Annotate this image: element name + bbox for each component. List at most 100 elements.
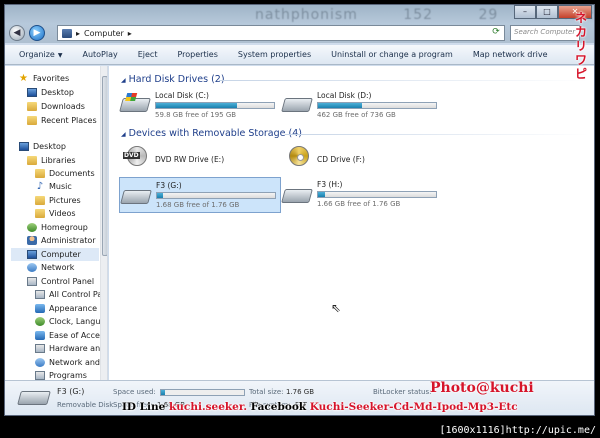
nav-item-control-panel[interactable]: Control Panel [27, 277, 94, 286]
search-input[interactable]: Search Computer [510, 25, 580, 41]
eject-button[interactable]: Eject [138, 50, 158, 59]
nav-item-administrator[interactable]: Administrator [27, 236, 96, 245]
drive-label: F3 (G:) [156, 181, 182, 190]
watermark-vertical: ネ カ リ ワ ピ [574, 11, 587, 81]
nav-item-network-internet[interactable]: Network and Ir [35, 358, 107, 367]
monitor-icon [27, 88, 37, 97]
nav-item-network[interactable]: Network [27, 263, 74, 272]
nav-item-videos[interactable]: Videos [35, 209, 76, 218]
collapse-triangle-icon: ◢ [121, 77, 126, 84]
address-bar[interactable]: ▸ Computer ▸ ⟳ [57, 25, 505, 41]
nav-item-clock-language[interactable]: Clock, Langua [35, 317, 105, 326]
nav-item-downloads[interactable]: Downloads [27, 102, 85, 111]
drive-free-space: 1.68 GB free of 1.76 GB [156, 201, 240, 209]
group-divider [219, 80, 589, 81]
dvd-drive-icon: DVD [123, 146, 149, 168]
uninstall-program-button[interactable]: Uninstall or change a program [331, 50, 453, 59]
map-network-drive-button[interactable]: Map network drive [473, 50, 548, 59]
nav-item-favorites[interactable]: ★ Favorites [19, 74, 69, 84]
folder-icon [27, 156, 37, 165]
nav-item-pictures[interactable]: Pictures [35, 196, 81, 205]
nav-item-desktop-root[interactable]: Desktop [19, 142, 66, 151]
drive-usage-bar [317, 191, 437, 198]
hard-drive-icon [281, 98, 313, 112]
watermark-contact-line: ID Line kuchi.seeker. Facebook Kuchi-See… [122, 401, 518, 413]
drive-free-space: 59.8 GB free of 195 GB [155, 111, 237, 119]
address-separator: ▸ [76, 28, 81, 38]
space-used-bar [160, 389, 245, 396]
image-host-footer: [1600x1116]http://upic.me/ [439, 425, 596, 436]
usage-fill [156, 103, 238, 108]
group-header-removable[interactable]: ◢ Devices with Removable Storage (4) [121, 128, 302, 139]
drive-usage-bar [156, 192, 276, 199]
command-bar: Organize ▼ AutoPlay Eject Properties Syst… [5, 45, 594, 65]
autoplay-button[interactable]: AutoPlay [82, 50, 117, 59]
minimize-button[interactable]: – [514, 5, 536, 19]
network-icon [35, 358, 45, 367]
refresh-icon[interactable]: ⟳ [490, 27, 502, 39]
space-used-label: Space used: [113, 388, 156, 396]
nav-item-desktop[interactable]: Desktop [27, 88, 74, 97]
nav-item-all-control-panel[interactable]: All Control Par [35, 290, 106, 299]
folder-icon [27, 102, 37, 111]
nav-item-libraries[interactable]: Libraries [27, 156, 76, 165]
nav-item-homegroup[interactable]: Homegroup [27, 223, 88, 232]
folder-icon [35, 169, 45, 178]
removable-drive-icon [120, 190, 152, 204]
nav-item-programs[interactable]: Programs [35, 371, 87, 380]
nav-item-ease-of-access[interactable]: Ease of Access [35, 331, 107, 340]
drive-label: F3 (H:) [317, 180, 343, 189]
folder-icon [27, 116, 37, 125]
drive-label: Local Disk (C:) [155, 91, 209, 100]
address-path: Computer [84, 28, 124, 38]
navigation-pane: ★ Favorites Desktop Downloads Recent Plac… [5, 66, 108, 380]
bitlocker-status-label: BitLocker status: [373, 388, 432, 396]
homegroup-icon [27, 223, 37, 232]
ease-icon [35, 331, 45, 340]
properties-button[interactable]: Properties [177, 50, 217, 59]
title-bar: nathphonism 152 29 17:02:07 ◀ ▶ ▸ Comput… [5, 5, 594, 43]
nav-item-computer[interactable]: Computer [11, 248, 99, 261]
control-panel-icon [35, 290, 45, 299]
drive-tile-f[interactable]: CD Drive (F:) [281, 142, 443, 178]
drive-tile-g[interactable]: F3 (G:) 1.68 GB free of 1.76 GB [119, 177, 281, 213]
folder-icon [35, 209, 45, 218]
drive-tile-h[interactable]: F3 (H:) 1.66 GB free of 1.76 GB [281, 177, 443, 213]
computer-icon [62, 28, 72, 38]
forward-button[interactable]: ▶ [29, 25, 45, 41]
drive-tile-e[interactable]: DVD DVD RW Drive (E:) [119, 142, 281, 178]
drive-tile-c[interactable]: Local Disk (C:) 59.8 GB free of 195 GB [119, 88, 281, 124]
usage-fill [318, 192, 326, 197]
drive-free-space: 462 GB free of 736 GB [317, 111, 396, 119]
forward-arrow-icon: ▶ [33, 28, 41, 38]
nav-item-documents[interactable]: Documents [35, 169, 95, 178]
appearance-icon [35, 304, 45, 313]
folder-icon [35, 196, 45, 205]
drive-usage-bar [155, 102, 275, 109]
details-drive-name: F3 (G:) [57, 387, 85, 396]
back-button[interactable]: ◀ [9, 25, 25, 41]
usage-fill [318, 103, 362, 108]
address-separator: ▸ [127, 28, 132, 38]
system-properties-button[interactable]: System properties [238, 50, 311, 59]
drive-label: CD Drive (F:) [317, 155, 365, 164]
nav-item-recent-places[interactable]: Recent Places [27, 116, 97, 125]
nav-item-music[interactable]: ♪ Music [35, 181, 72, 192]
total-size-value: 1.76 GB [286, 388, 315, 396]
network-icon [27, 263, 37, 272]
drive-tile-d[interactable]: Local Disk (D:) 462 GB free of 736 GB [281, 88, 443, 124]
back-arrow-icon: ◀ [13, 28, 21, 38]
group-header-hard-disk[interactable]: ◢ Hard Disk Drives (2) [121, 74, 225, 85]
music-icon: ♪ [36, 181, 44, 192]
chevron-down-icon: ▼ [57, 52, 63, 59]
collapse-triangle-icon: ◢ [121, 131, 126, 138]
nav-item-hardware[interactable]: Hardware and [35, 344, 105, 353]
user-icon [27, 236, 37, 245]
organize-button[interactable]: Organize ▼ [19, 50, 62, 59]
hardware-icon [35, 344, 45, 353]
maximize-button[interactable]: □ [536, 5, 558, 19]
nav-scrollbar[interactable] [100, 66, 107, 380]
scrollbar-thumb[interactable] [102, 76, 107, 256]
removable-drive-icon [281, 189, 313, 203]
nav-item-appearance[interactable]: Appearance ar [35, 304, 107, 313]
